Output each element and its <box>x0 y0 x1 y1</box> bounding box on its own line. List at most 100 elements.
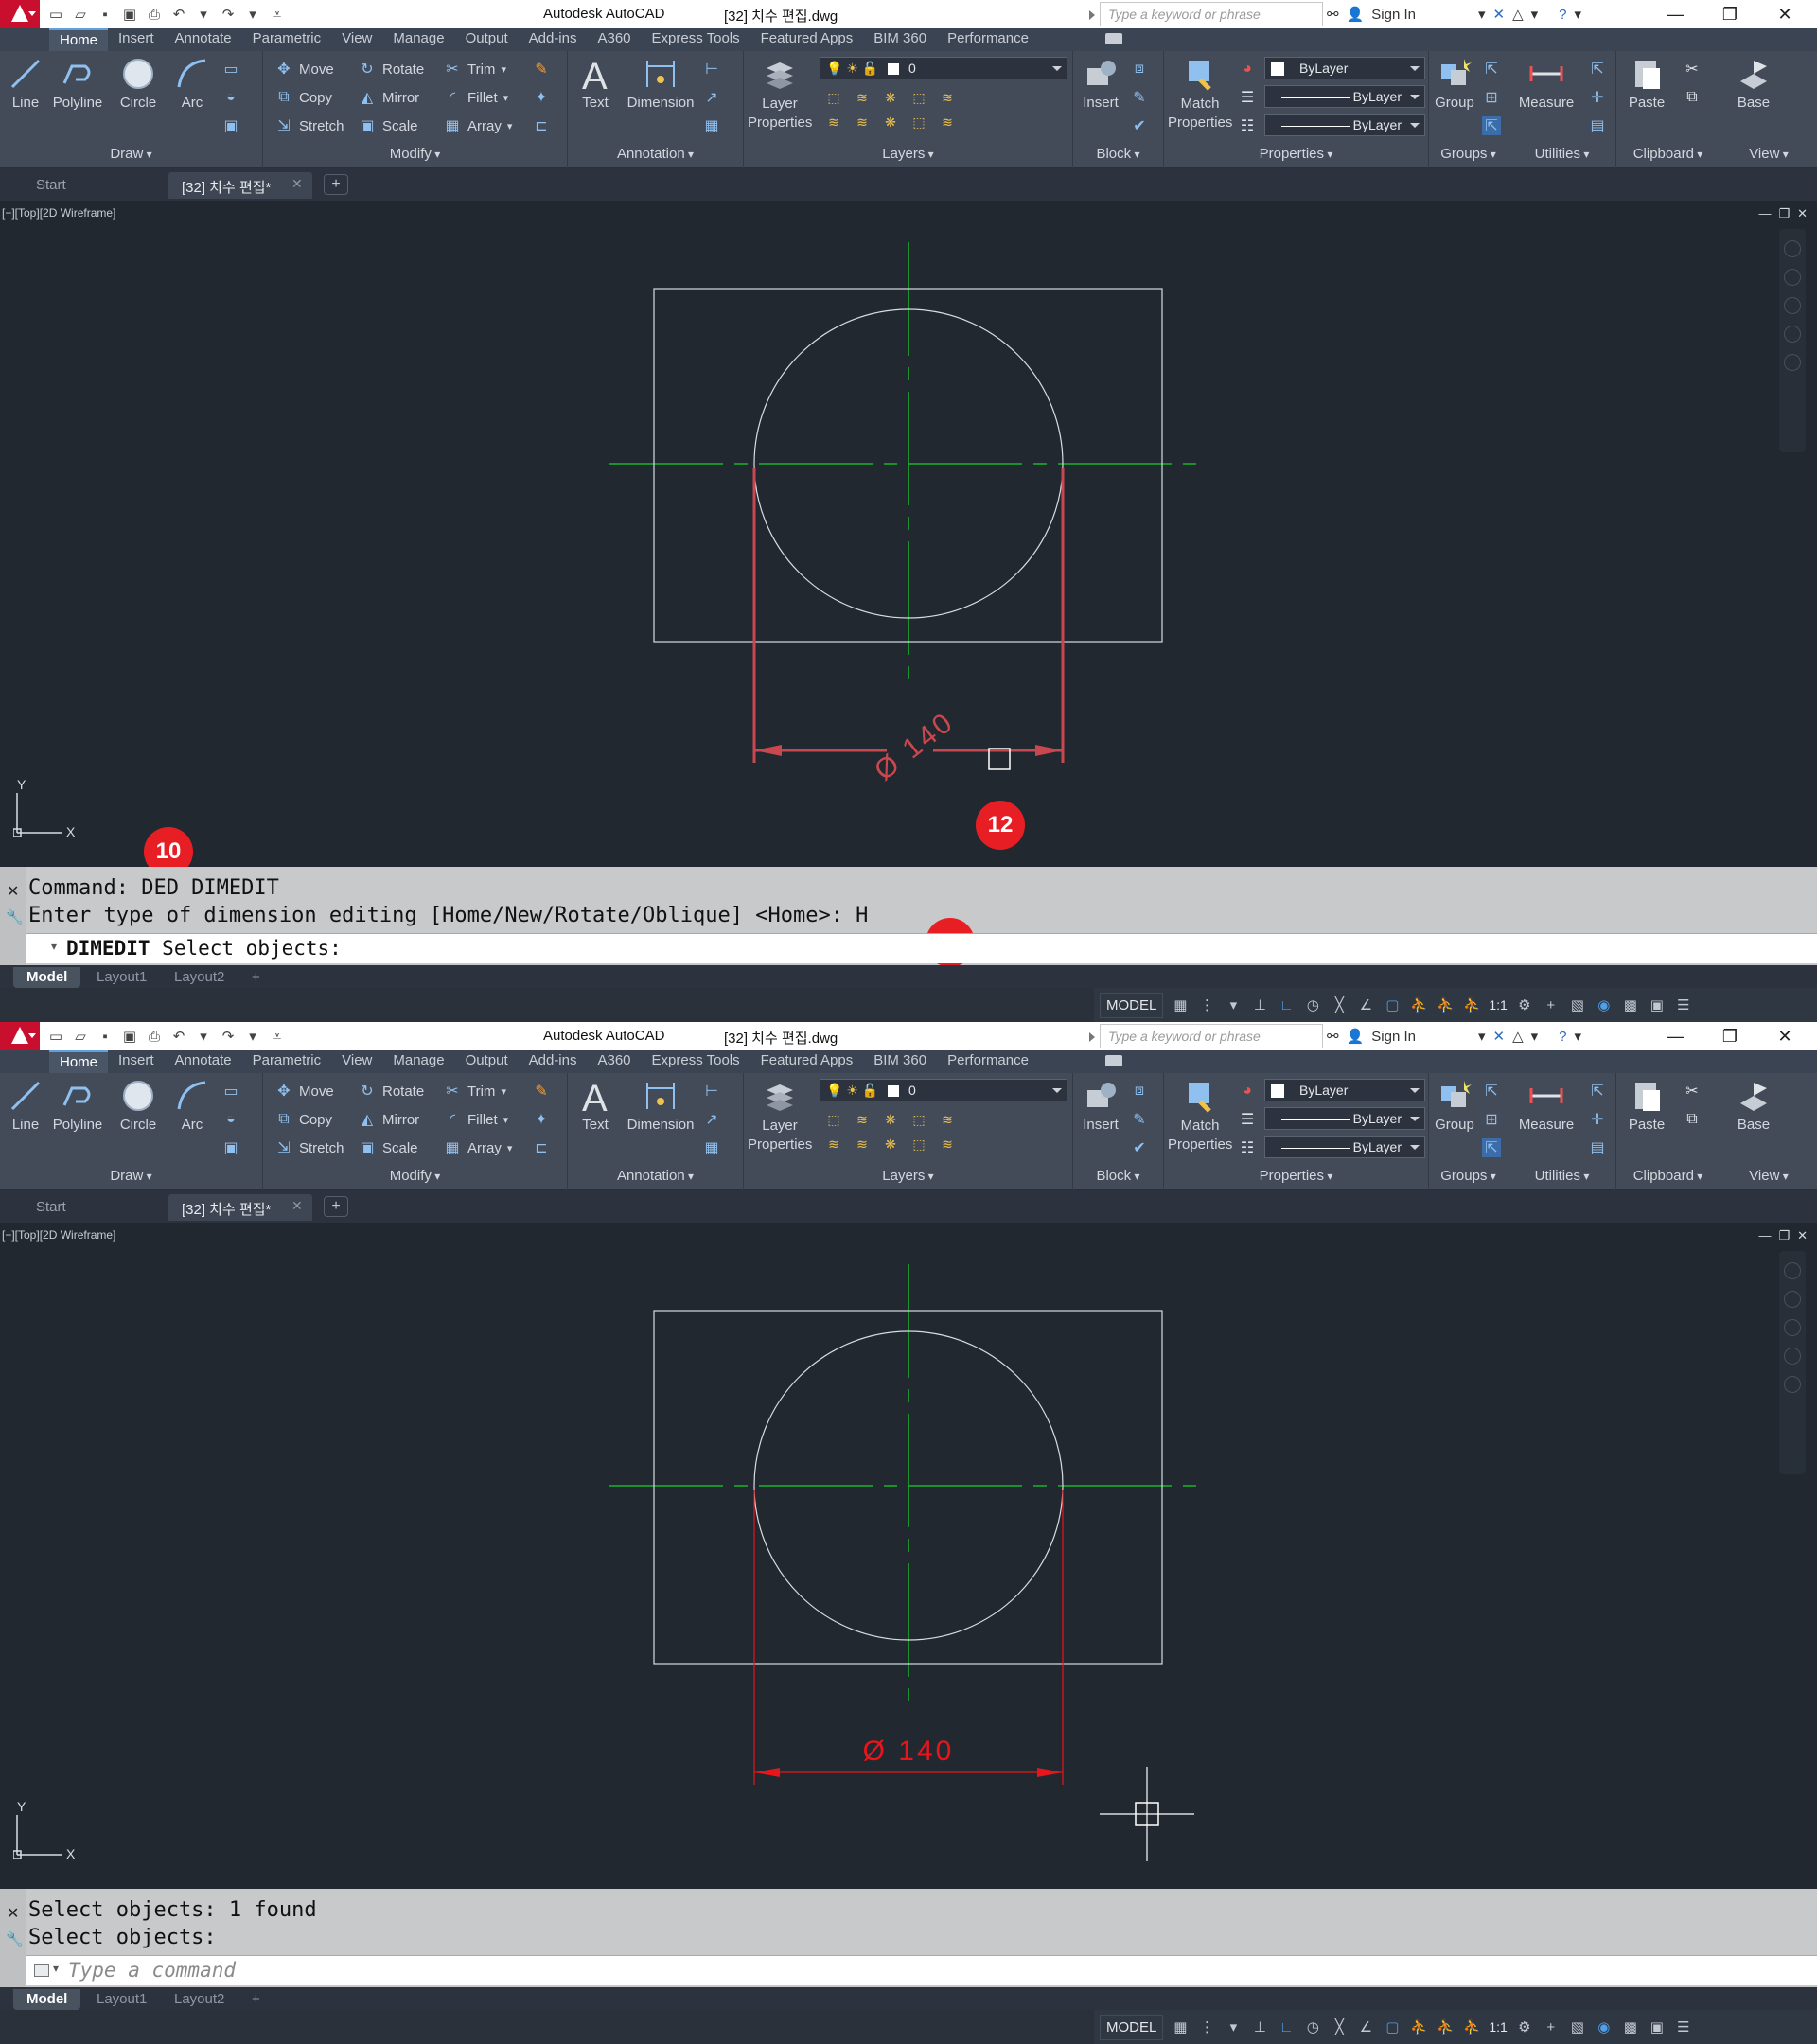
command-customize-icon[interactable]: 🔧 <box>6 1930 24 1947</box>
help-icon[interactable]: ? <box>1559 7 1566 23</box>
new-file-icon[interactable]: ▭ <box>45 5 66 24</box>
new-file-icon[interactable]: ▭ <box>45 1027 66 1046</box>
tab-home[interactable]: Home <box>49 28 109 51</box>
annotation-scale-icon[interactable]: ⛹ <box>1462 996 1481 1014</box>
isodraft-icon[interactable]: ╳ <box>1330 2018 1349 2036</box>
insert-button[interactable]: Insert <box>1077 1077 1124 1133</box>
polyline-button[interactable]: Polyline <box>49 1077 106 1133</box>
mirror-button[interactable]: ◭ Mirror <box>358 1107 419 1132</box>
new-tab-plus-icon[interactable]: + <box>324 1196 348 1217</box>
customization-menu-icon[interactable]: ☰ <box>1674 996 1693 1014</box>
array-button[interactable]: ▦ Array ▾ <box>443 114 512 138</box>
leader-button[interactable]: ↗ <box>702 1107 721 1132</box>
quick-select-button[interactable]: ⇱ <box>1588 57 1607 81</box>
layer-dropdown[interactable]: 💡 ☀ 🔓 0 <box>820 1079 1067 1101</box>
workspace-gear-icon[interactable]: ⚙ <box>1515 996 1534 1014</box>
text-button[interactable]: A Text <box>573 1077 617 1133</box>
offset-button[interactable]: ⊏ <box>532 1136 551 1160</box>
fillet-button[interactable]: ◜ Fillet ▾ <box>443 85 508 110</box>
color-wheel-button[interactable]: ◕ <box>1238 1079 1257 1103</box>
color-dropdown[interactable]: ByLayer <box>1264 57 1425 79</box>
annotation-visibility-icon[interactable]: ⛹ <box>1409 996 1428 1014</box>
polar-icon[interactable]: ◷ <box>1303 996 1322 1014</box>
binoculars-icon[interactable]: ⚯ <box>1327 6 1339 23</box>
document-tab-close-icon[interactable]: ✕ <box>291 1198 303 1214</box>
plot-icon[interactable]: ⎙ <box>144 1027 165 1046</box>
utilities-panel-label[interactable]: Utilities <box>1508 1168 1615 1189</box>
customization-menu-icon[interactable]: ☰ <box>1674 2018 1693 2036</box>
edit-attributes-button[interactable]: ✔ <box>1130 1136 1149 1160</box>
tab-a360[interactable]: A360 <box>587 28 641 51</box>
polar-icon[interactable]: ◷ <box>1303 2018 1322 2036</box>
move-button[interactable]: ✥ Move <box>274 57 333 81</box>
grid-icon[interactable]: ▦ <box>1171 996 1190 1014</box>
table-button[interactable]: ▦ <box>702 1136 721 1160</box>
new-tab-plus-icon[interactable]: + <box>324 174 348 195</box>
region-button[interactable]: ▣ <box>221 1136 240 1160</box>
qat-menu-icon[interactable]: ⩡ <box>267 1027 288 1046</box>
tab-bim-360[interactable]: BIM 360 <box>863 1050 937 1073</box>
redo-icon[interactable]: ↷ <box>218 1027 238 1046</box>
ribbon-minimize-icon[interactable] <box>1105 1055 1122 1066</box>
paste-button[interactable]: Paste <box>1620 55 1673 111</box>
search-input[interactable]: Type a keyword or phrase <box>1089 2 1323 26</box>
trim-button[interactable]: ✂ Trim ▾ <box>443 57 506 81</box>
ribbon-minimize-icon[interactable] <box>1105 33 1122 44</box>
clean-screen-icon[interactable]: ▣ <box>1648 996 1667 1014</box>
layers-panel-label[interactable]: Layers <box>744 1168 1072 1189</box>
isolate-objects-icon[interactable]: ◉ <box>1595 996 1614 1014</box>
id-point-button[interactable]: ✛ <box>1588 1107 1607 1132</box>
add-layout-plus-icon[interactable]: + <box>238 967 273 988</box>
exchange-icon[interactable]: ✕ <box>1493 1028 1506 1045</box>
color-wheel-button[interactable]: ◕ <box>1238 57 1257 81</box>
layer-set-icon[interactable]: ≋ <box>823 1134 844 1154</box>
object-snap-tracking-icon[interactable]: ∠ <box>1356 996 1375 1014</box>
edit-block-button[interactable]: ✎ <box>1130 85 1149 110</box>
polyline-button[interactable]: Polyline <box>49 55 106 111</box>
snap-icon[interactable]: ⋮ <box>1197 996 1216 1014</box>
help-dropdown-icon[interactable]: ▾ <box>1575 1028 1582 1045</box>
layers-panel-label[interactable]: Layers <box>744 146 1072 167</box>
user-icon[interactable]: 👤 <box>1347 6 1365 23</box>
line-button[interactable]: Line <box>4 55 47 111</box>
document-tab-close-icon[interactable]: ✕ <box>291 176 303 192</box>
model-space-toggle[interactable]: MODEL <box>1100 992 1164 1018</box>
utilities-panel-label[interactable]: Utilities <box>1508 146 1615 167</box>
model-tab[interactable]: Model <box>13 1989 81 2010</box>
annotation-monitor-icon[interactable]: + <box>1542 996 1561 1014</box>
region-button[interactable]: ▣ <box>221 114 240 138</box>
create-block-button[interactable]: ⧈ <box>1130 1079 1149 1103</box>
layer-off-icon[interactable]: ⬚ <box>908 1134 929 1154</box>
tab-output[interactable]: Output <box>455 28 519 51</box>
erase-button[interactable]: ✎ <box>532 57 551 81</box>
groups-panel-label[interactable]: Groups <box>1429 146 1508 167</box>
undo-dropdown-icon[interactable]: ▾ <box>193 1027 214 1046</box>
group-button[interactable]: Group <box>1431 1077 1478 1133</box>
edit-attributes-button[interactable]: ✔ <box>1130 114 1149 138</box>
command-recent-dropdown-icon[interactable]: ▾ <box>53 1962 59 1975</box>
annotation-panel-label[interactable]: Annotation <box>568 1168 743 1189</box>
close-icon[interactable]: ✕ <box>1758 0 1811 28</box>
annotation-monitor-icon[interactable]: + <box>1542 2018 1561 2036</box>
tab-performance[interactable]: Performance <box>937 1050 1039 1073</box>
infer-constraints-icon[interactable]: ⊥ <box>1250 996 1269 1014</box>
modify-panel-label[interactable]: Modify <box>263 1168 567 1189</box>
help-icon[interactable]: ? <box>1559 1029 1566 1045</box>
ungroup-button[interactable]: ⇱ <box>1482 1079 1501 1103</box>
circle-button[interactable]: Circle <box>112 55 165 111</box>
erase-button[interactable]: ✎ <box>532 1079 551 1103</box>
arc-button[interactable]: Arc <box>170 1077 214 1133</box>
restore-icon[interactable]: ❐ <box>1703 0 1756 28</box>
model-space-toggle[interactable]: MODEL <box>1100 2014 1164 2040</box>
layout1-tab[interactable]: Layout1 <box>83 1989 160 2010</box>
annotation-scale-value[interactable]: 1:1 <box>1489 2019 1507 2035</box>
move-button[interactable]: ✥ Move <box>274 1079 333 1103</box>
save-icon[interactable]: ▪ <box>95 1027 115 1046</box>
layer-freeze-icon[interactable]: ⬚ <box>908 87 929 108</box>
lineweight-dropdown[interactable]: ByLayer <box>1264 114 1425 136</box>
rotate-button[interactable]: ↻ Rotate <box>358 57 424 81</box>
copy-button[interactable]: ⧉ Copy <box>274 1107 332 1132</box>
open-file-icon[interactable]: ▱ <box>70 1027 91 1046</box>
paste-button[interactable]: Paste <box>1620 1077 1673 1133</box>
modify-panel-label[interactable]: Modify <box>263 146 567 167</box>
